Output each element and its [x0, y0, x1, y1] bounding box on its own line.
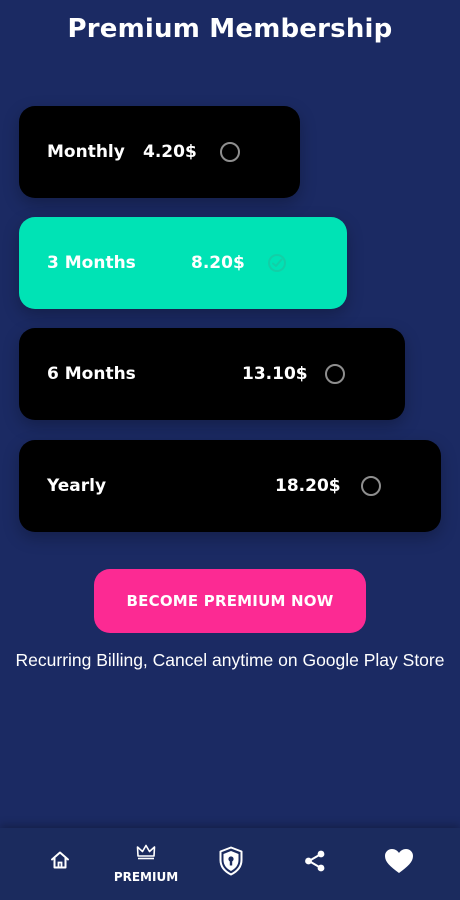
- billing-note: Recurring Billing, Cancel anytime on Goo…: [15, 650, 445, 670]
- nav-item-favorites[interactable]: [366, 828, 430, 900]
- radio-unselected-icon[interactable]: [220, 142, 240, 162]
- plan-price: 13.10$: [242, 364, 308, 384]
- heart-icon: [384, 848, 414, 878]
- plan-card-yearly[interactable]: Yearly 18.20$: [19, 440, 441, 532]
- crown-icon: [136, 844, 156, 864]
- nav-item-share[interactable]: [282, 828, 346, 900]
- plan-card-3-months[interactable]: 3 Months 8.20$: [19, 217, 347, 309]
- become-premium-button[interactable]: BECOME PREMIUM NOW: [94, 569, 366, 633]
- plan-name: 6 Months: [47, 364, 136, 384]
- check-circle-icon[interactable]: [267, 253, 287, 273]
- nav-item-home[interactable]: [28, 828, 92, 900]
- home-icon: [50, 850, 70, 874]
- nav-item-vpn[interactable]: [200, 828, 264, 900]
- plan-price: 4.20$: [143, 142, 197, 162]
- plan-card-6-months[interactable]: 6 Months 13.10$: [19, 328, 405, 420]
- nav-item-premium[interactable]: PREMIUM: [108, 828, 184, 900]
- plan-name: Yearly: [47, 476, 107, 496]
- nav-label-premium: PREMIUM: [113, 870, 179, 884]
- radio-unselected-icon[interactable]: [325, 364, 345, 384]
- plan-card-monthly[interactable]: Monthly 4.20$: [19, 106, 300, 198]
- page-title: Premium Membership: [67, 14, 393, 44]
- share-icon: [303, 849, 327, 877]
- radio-unselected-icon[interactable]: [361, 476, 381, 496]
- plan-name: 3 Months: [47, 253, 136, 273]
- shield-lock-icon: [218, 846, 244, 880]
- bottom-nav: PREMIUM: [0, 828, 460, 900]
- plan-price: 8.20$: [191, 253, 245, 273]
- plan-name: Monthly: [47, 142, 125, 162]
- plan-price: 18.20$: [275, 476, 341, 496]
